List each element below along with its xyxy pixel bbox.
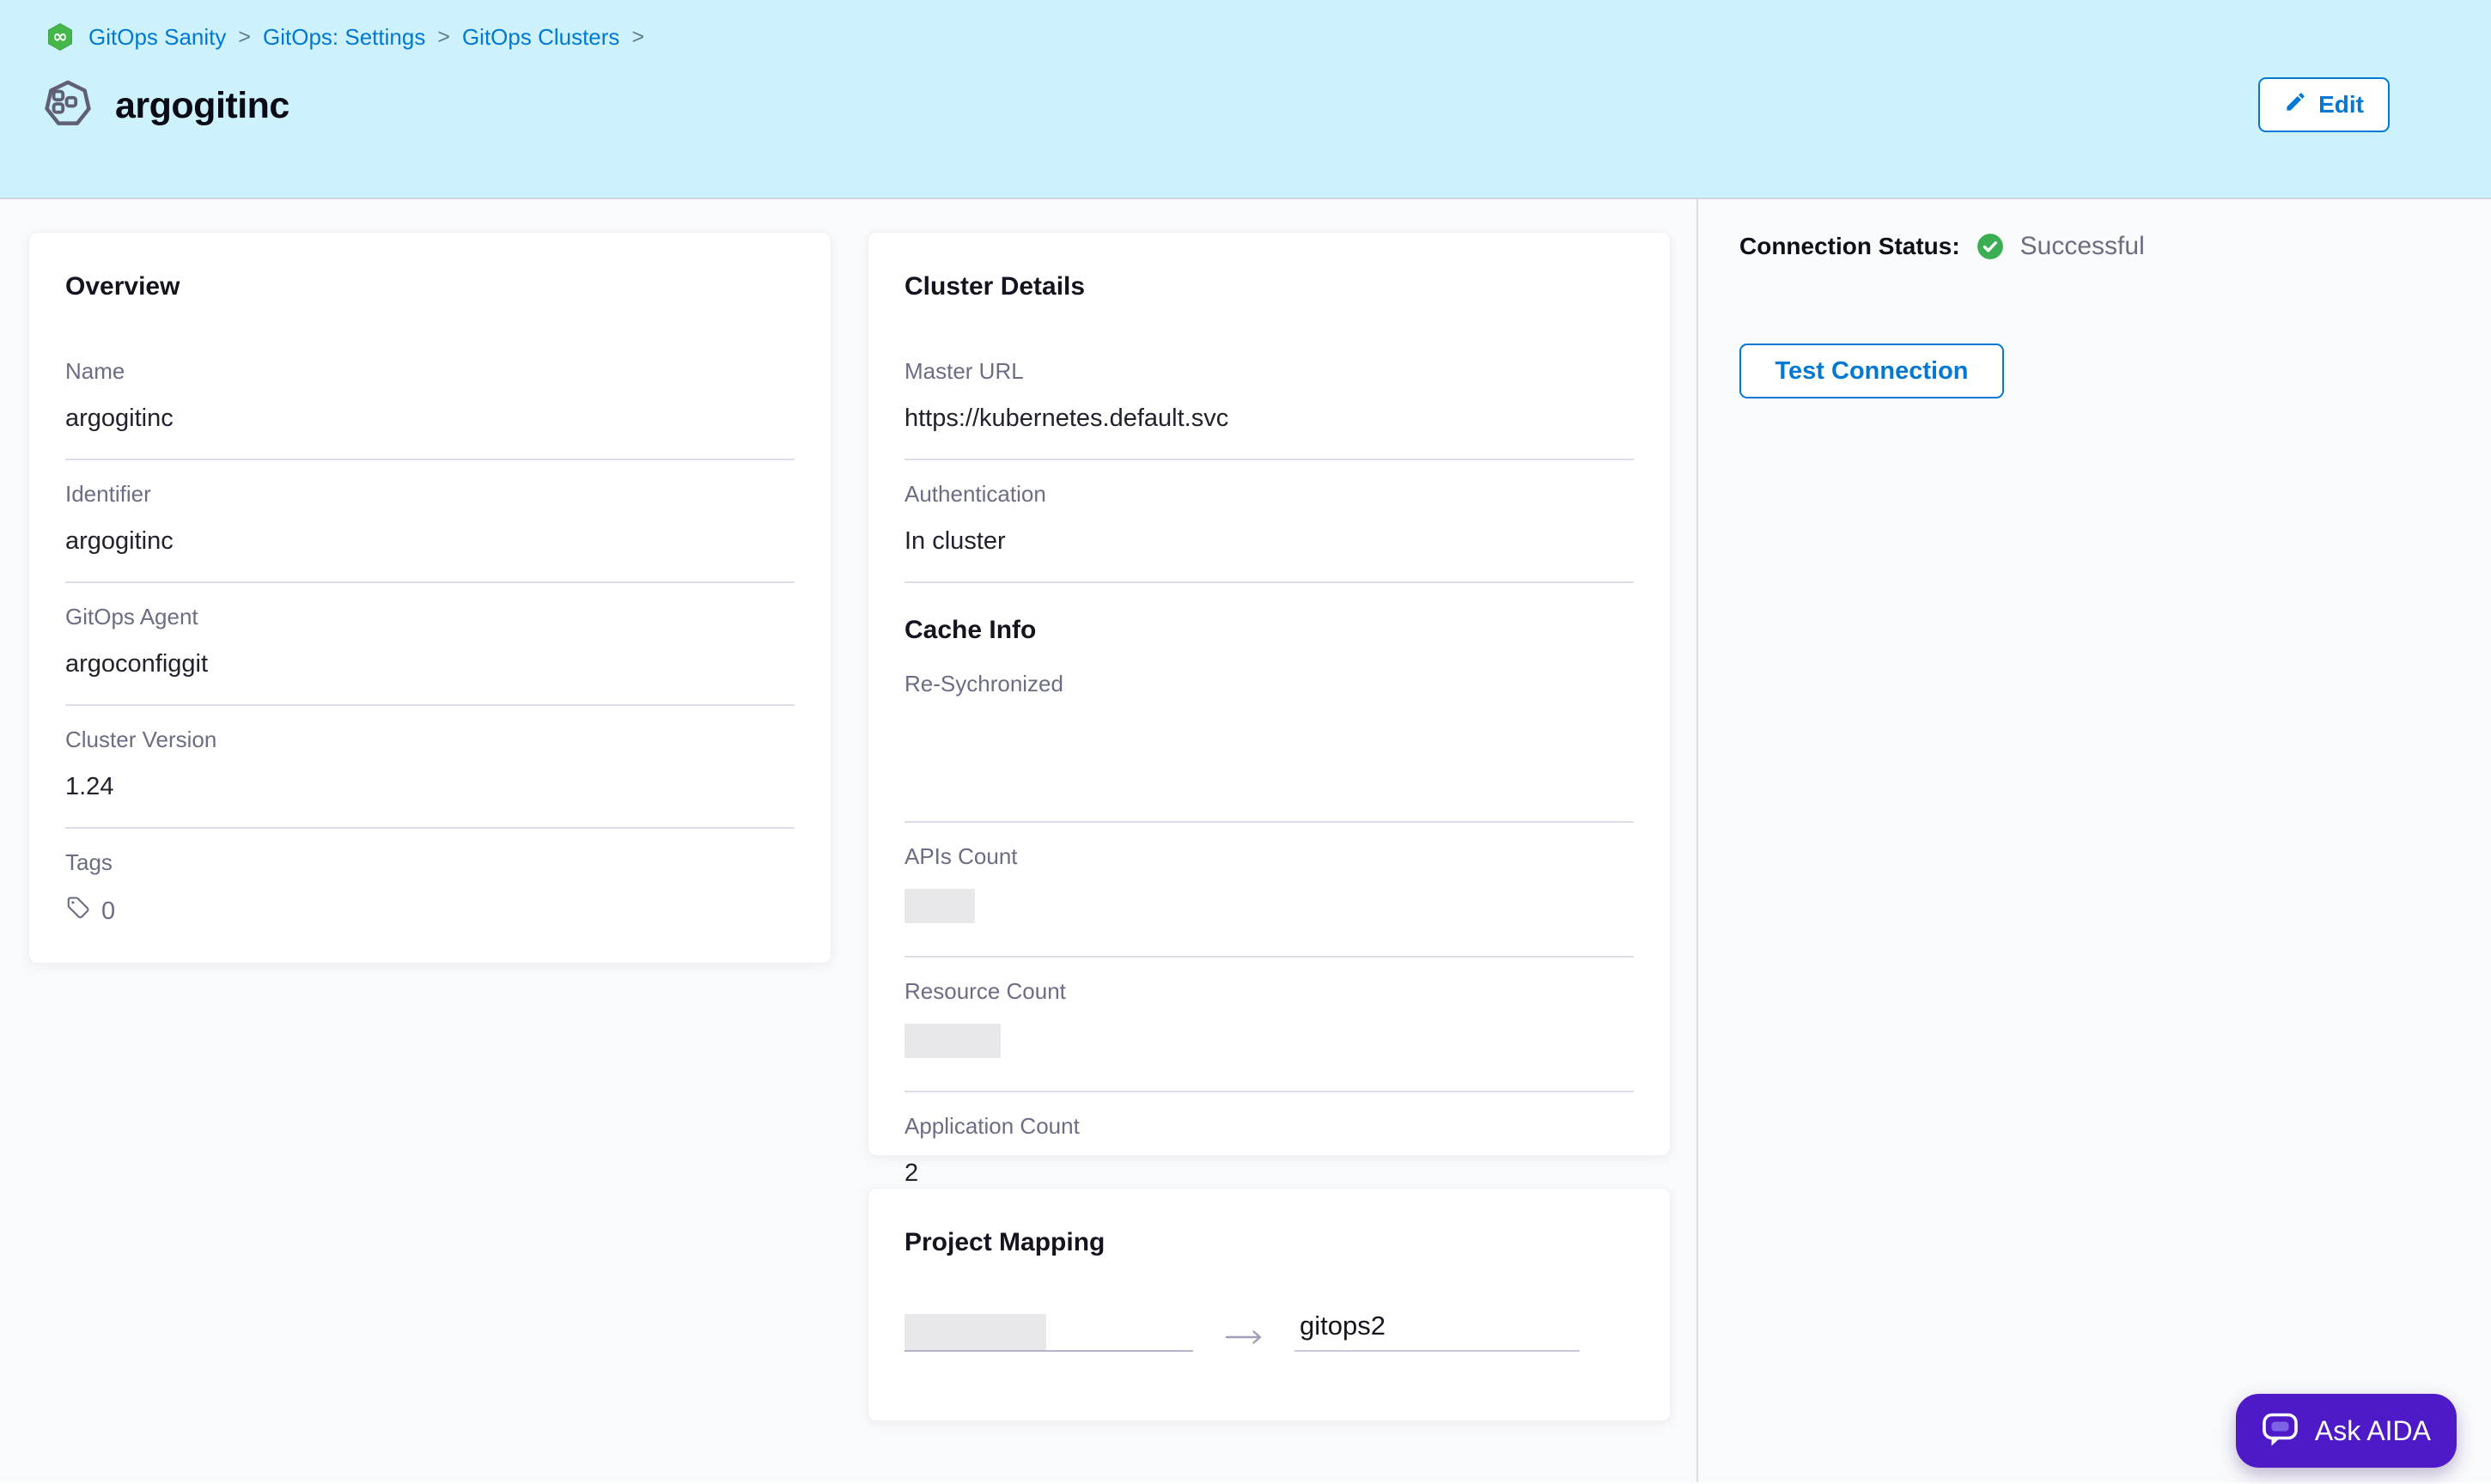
breadcrumb-link-gitops-settings[interactable]: GitOps: Settings <box>263 24 425 51</box>
field-value: argogitinc <box>65 404 795 433</box>
tags-count: 0 <box>101 897 115 926</box>
edit-button-label: Edit <box>2318 91 2364 119</box>
breadcrumb-separator: > <box>237 25 252 50</box>
field-authentication: Authentication In cluster <box>904 460 1634 583</box>
tag-icon <box>65 895 91 928</box>
cluster-details-card: Cluster Details Master URL https://kuber… <box>868 232 1671 1156</box>
field-cluster-version: Cluster Version 1.24 <box>65 706 795 829</box>
connection-status-row: Connection Status: Successful <box>1739 232 2461 261</box>
field-label: APIs Count <box>904 843 1634 870</box>
page-header: ∞ GitOps Sanity > GitOps: Settings > Git… <box>0 0 2491 199</box>
success-check-icon <box>1976 232 2005 261</box>
title-row: argogitinc <box>43 77 289 135</box>
redacted-value <box>904 1024 1001 1058</box>
field-value <box>904 889 1634 930</box>
mapping-target-field: gitops2 <box>1294 1311 1580 1352</box>
field-label: Application Count <box>904 1113 1634 1140</box>
field-value: 2 <box>904 1159 1634 1188</box>
edit-button[interactable]: Edit <box>2258 77 2390 132</box>
overview-card: Overview Name argogitinc Identifier argo… <box>28 232 831 964</box>
page-title: argogitinc <box>115 85 289 127</box>
project-mapping-card: Project Mapping gitops2 <box>868 1188 1671 1421</box>
project-mapping-heading: Project Mapping <box>904 1228 1634 1257</box>
connection-status-value: Successful <box>2020 232 2145 261</box>
field-apis-count: APIs Count <box>904 823 1634 958</box>
test-connection-button[interactable]: Test Connection <box>1739 344 2004 398</box>
connection-status-label: Connection Status: <box>1739 233 1960 260</box>
redacted-value <box>904 1314 1046 1350</box>
gitops-logo-icon: ∞ <box>46 22 74 52</box>
cluster-icon <box>43 77 93 135</box>
field-value: argogitinc <box>65 526 795 556</box>
field-value <box>904 1024 1634 1065</box>
field-tags: Tags 0 <box>65 829 795 953</box>
redacted-value <box>904 889 975 923</box>
gitops-cluster-detail-page: ∞ GitOps Sanity > GitOps: Settings > Git… <box>0 0 2491 1484</box>
chat-bubble-icon <box>2262 1412 2301 1450</box>
field-name: Name argogitinc <box>65 338 795 460</box>
content-area: Overview Name argogitinc Identifier argo… <box>0 199 2491 1482</box>
project-mapping-row: gitops2 <box>904 1311 1634 1352</box>
field-label: Tags <box>65 849 795 876</box>
field-label: Re-Sychronized <box>904 671 1634 697</box>
svg-text:∞: ∞ <box>52 27 68 47</box>
field-value: 1.24 <box>65 772 795 801</box>
field-label: Resource Count <box>904 978 1634 1005</box>
cache-info-heading: Cache Info <box>904 616 1634 645</box>
breadcrumb-separator: > <box>630 25 645 50</box>
ask-aida-label: Ask AIDA <box>2315 1415 2431 1447</box>
vertical-divider <box>1696 199 1698 1482</box>
pencil-icon <box>2284 90 2307 119</box>
field-label: Master URL <box>904 358 1634 385</box>
field-label: Cluster Version <box>65 727 795 753</box>
cluster-details-heading: Cluster Details <box>904 272 1634 301</box>
connection-panel: Connection Status: Successful Test Conne… <box>1739 232 2461 398</box>
test-connection-label: Test Connection <box>1775 357 1968 386</box>
field-resynchronized: Re-Sychronized <box>904 650 1634 823</box>
arrow-right-icon <box>1224 1328 1265 1347</box>
breadcrumb-link-gitops-sanity[interactable]: GitOps Sanity <box>88 24 226 51</box>
breadcrumb-link-gitops-clusters[interactable]: GitOps Clusters <box>462 24 620 51</box>
field-gitops-agent: GitOps Agent argoconfiggit <box>65 583 795 706</box>
field-value: In cluster <box>904 526 1634 556</box>
overview-heading: Overview <box>65 272 795 301</box>
field-value: argoconfiggit <box>65 649 795 678</box>
breadcrumb: ∞ GitOps Sanity > GitOps: Settings > Git… <box>46 22 645 52</box>
mapping-source-field <box>904 1314 1193 1352</box>
field-label: Authentication <box>904 481 1634 508</box>
field-label: GitOps Agent <box>65 604 795 630</box>
tags-row: 0 <box>65 895 795 928</box>
field-master-url: Master URL https://kubernetes.default.sv… <box>904 338 1634 460</box>
breadcrumb-separator: > <box>436 25 451 50</box>
field-value: https://kubernetes.default.svc <box>904 404 1634 433</box>
field-resource-count: Resource Count <box>904 958 1634 1092</box>
field-label: Name <box>65 358 795 385</box>
ask-aida-button[interactable]: Ask AIDA <box>2236 1394 2457 1468</box>
field-identifier: Identifier argogitinc <box>65 460 795 583</box>
field-label: Identifier <box>65 481 795 508</box>
field-value <box>904 716 1634 795</box>
